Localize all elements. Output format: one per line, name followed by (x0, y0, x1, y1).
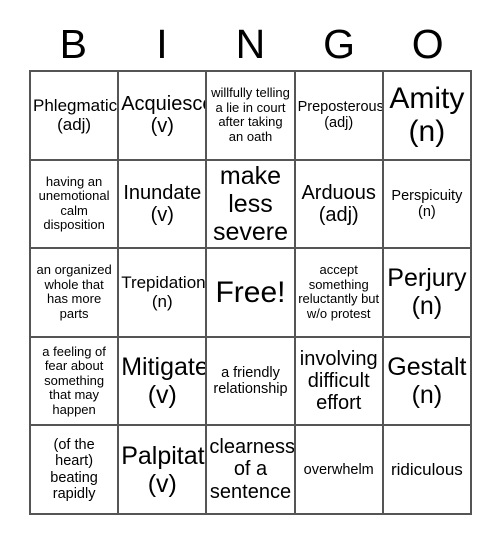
bingo-cell[interactable]: Perspicuity (n) (383, 160, 472, 250)
bingo-cell-text: (of the heart) beating rapidly (50, 437, 98, 502)
bingo-cell-text: Acquiesce (v) (121, 92, 208, 138)
bingo-cell[interactable]: Inundate (v) (119, 160, 208, 250)
bingo-cell[interactable]: Phlegmatic (adj) (31, 72, 120, 161)
bingo-card: B I N G O Phlegmatic (adj) Acquiesce (v)… (0, 0, 500, 544)
bingo-cell-text: involving difficult effort (299, 347, 378, 415)
bingo-cell[interactable]: willfully telling a lie in court after t… (207, 72, 296, 161)
bingo-cell-text: Palpitate (v) (121, 441, 205, 498)
bingo-cell-free-space[interactable]: Free! (207, 249, 296, 338)
bingo-cell[interactable]: Palpitate (v) (119, 426, 208, 515)
bingo-cell-text: Arduous (adj) (301, 181, 376, 226)
bingo-cell[interactable]: make less severe (207, 160, 296, 250)
bingo-header-row: B I N G O (29, 18, 472, 70)
bingo-grid: Phlegmatic (adj) Acquiesce (v) willfully… (29, 70, 472, 515)
bingo-cell[interactable]: Amity (n) (383, 72, 472, 161)
bingo-cell[interactable]: a friendly relationship (207, 337, 296, 427)
bingo-header-letter-n: N (235, 20, 266, 67)
bingo-cell-text: Trepidation (n) (121, 273, 206, 312)
bingo-header-letter-i: I (156, 20, 168, 67)
bingo-cell[interactable]: a feeling of fear about something that m… (31, 337, 120, 427)
bingo-cell-text: ridiculous (390, 460, 463, 480)
bingo-cell-text: overwhelm (303, 461, 374, 478)
bingo-cell[interactable]: Acquiesce (v) (119, 72, 208, 161)
bingo-cell-text: make less severe (212, 161, 289, 246)
bingo-cell-text: a feeling of fear about something that m… (42, 343, 106, 417)
bingo-cell-text: clearness of a sentence (209, 436, 295, 503)
bingo-cell[interactable]: Trepidation (n) (119, 249, 208, 338)
bingo-cell[interactable]: accept something reluctantly but w/o pro… (295, 249, 384, 338)
bingo-cell-text: Phlegmatic (adj) (33, 96, 118, 135)
bingo-cell-text: having an unemotional calm disposition (38, 173, 110, 233)
bingo-cell-text: Perjury (n) (387, 264, 467, 321)
bingo-cell-text: Inundate (v) (123, 181, 202, 226)
bingo-cell[interactable]: an organized whole that has more parts (31, 249, 120, 338)
bingo-cell[interactable]: having an unemotional calm disposition (31, 160, 120, 250)
bingo-header-letter-o: O (411, 20, 444, 67)
bingo-cell[interactable]: ridiculous (383, 426, 472, 515)
bingo-cell-text: Preposterous (adj) (297, 99, 384, 132)
bingo-cell-text: Amity (n) (389, 81, 465, 149)
bingo-cell-text: accept something reluctantly but w/o pro… (298, 262, 380, 322)
bingo-cell-text: Gestalt (n) (387, 353, 467, 410)
bingo-header-letter-b: B (59, 20, 87, 67)
bingo-cell[interactable]: Arduous (adj) (295, 160, 384, 250)
bingo-cell-text: Mitigate (v) (121, 353, 208, 410)
bingo-header-letter-g: G (323, 20, 356, 67)
bingo-cell[interactable]: Gestalt (n) (383, 337, 472, 427)
bingo-cell[interactable]: clearness of a sentence (207, 426, 296, 515)
bingo-cell-text: an organized whole that has more parts (36, 262, 112, 322)
bingo-cell-text: willfully telling a lie in court after t… (211, 85, 290, 144)
bingo-cell[interactable]: involving difficult effort (295, 337, 384, 427)
bingo-cell-text: a friendly relationship (213, 364, 288, 398)
bingo-cell[interactable]: Preposterous (adj) (295, 72, 384, 161)
bingo-cell[interactable]: (of the heart) beating rapidly (31, 426, 120, 515)
bingo-cell[interactable]: Perjury (n) (383, 249, 472, 338)
bingo-cell-text: Free! (215, 275, 286, 309)
bingo-cell[interactable]: overwhelm (295, 426, 384, 515)
bingo-cell[interactable]: Mitigate (v) (119, 337, 208, 427)
bingo-cell-text: Perspicuity (n) (391, 187, 463, 220)
